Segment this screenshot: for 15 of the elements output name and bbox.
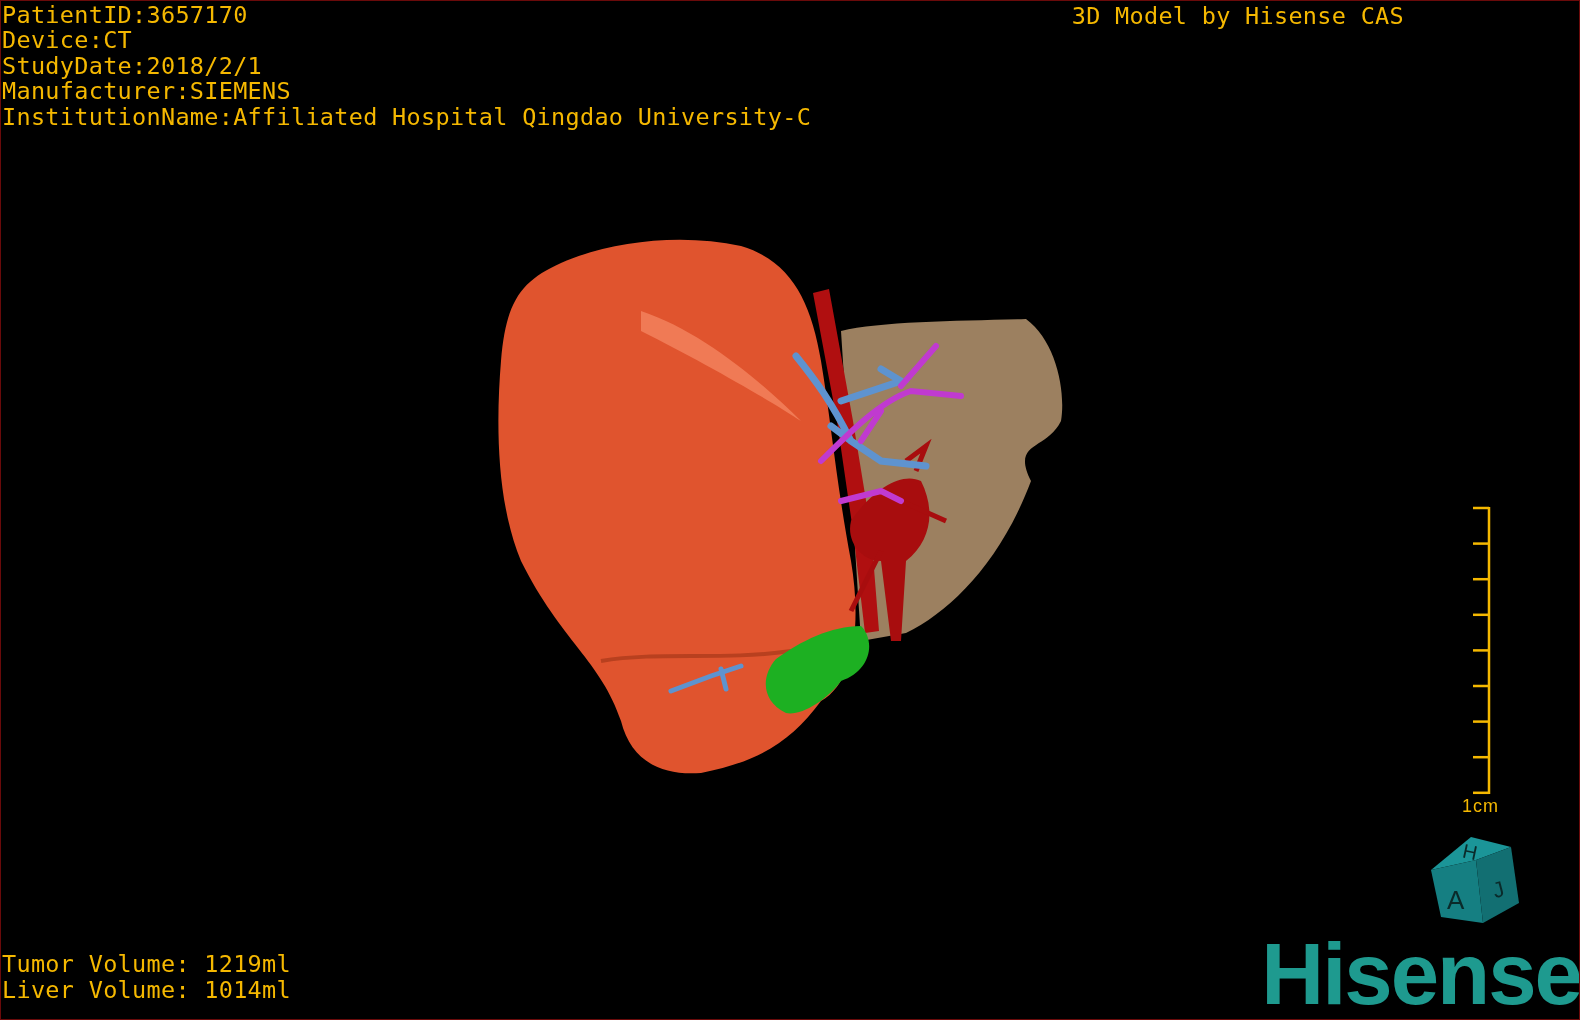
study-info-line: StudyDate:2018/2/1 <box>2 53 264 80</box>
volume-reading: Liver Volume: 1014ml <box>2 977 291 1003</box>
model-title: 3D Model by Hisense CAS <box>1071 4 1404 30</box>
cube-label: A <box>1447 885 1465 915</box>
cube-label: J <box>1489 876 1507 904</box>
scale-label: 1cm <box>1462 796 1499 818</box>
cube-label: H <box>1460 839 1480 865</box>
brand-logo: Hisense <box>1261 939 1579 1019</box>
study-info-line: Manufacturer:SIEMENS <box>2 79 292 105</box>
liver-model-drawing[interactable] <box>498 239 1063 774</box>
study-info-line: InstitutionName:Affiliated Hospital Qingdao University-C <box>2 104 812 131</box>
orientation-cube[interactable]: H A J <box>1421 835 1521 935</box>
study-info-line: PatientID:3657170 <box>2 3 249 29</box>
study-info-line: Device:CT <box>2 28 134 54</box>
volume-reading: Tumor Volume: 1219ml <box>2 952 291 978</box>
